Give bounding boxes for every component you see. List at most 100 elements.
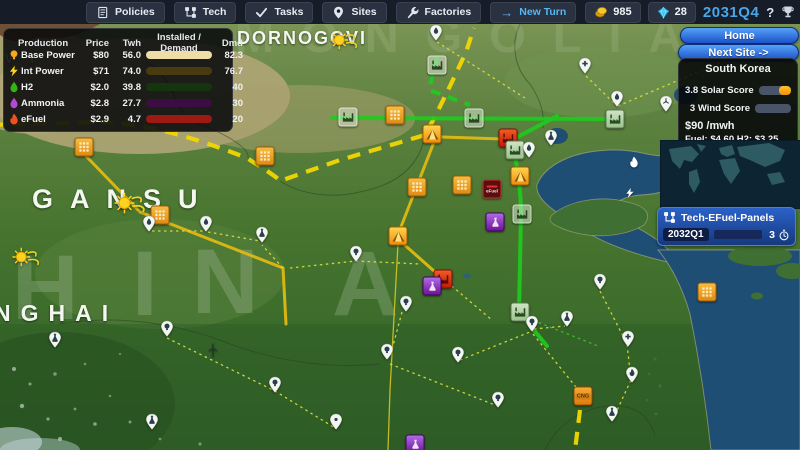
city-site-icon[interactable]: [74, 137, 94, 157]
pin-ammonia-icon[interactable]: [545, 129, 558, 146]
row-name: H2: [21, 81, 34, 93]
row-price: $2.0: [90, 81, 110, 93]
pin-ammonia-icon[interactable]: [49, 331, 62, 348]
installed-demand-bar: [146, 51, 212, 59]
row-twh: 56.0: [122, 49, 142, 61]
solar-farm-icon[interactable]: [510, 166, 530, 186]
efuel-band: [486, 185, 498, 187]
pin-hydrogen-icon[interactable]: [523, 141, 536, 158]
planned-factory-icon[interactable]: [338, 107, 358, 127]
tasks-label: Tasks: [274, 6, 304, 18]
pin-power-icon[interactable]: [381, 343, 394, 360]
pin-hydrogen-icon[interactable]: [200, 215, 213, 232]
research-progress-bar: [713, 230, 762, 239]
pin-add-site-icon[interactable]: [579, 57, 592, 74]
research-eta-date: 2032Q1: [663, 228, 709, 241]
ammonia-plant-icon[interactable]: [405, 434, 425, 450]
planned-factory-icon[interactable]: [427, 55, 447, 75]
solar-farm-icon[interactable]: [422, 124, 442, 144]
research-progress-panel[interactable]: Tech-EFuel-Panels 2032Q1 3: [657, 207, 796, 246]
pin-ammonia-icon[interactable]: [606, 405, 619, 422]
lightning-icon[interactable]: [625, 187, 636, 200]
col-production: Production: [18, 37, 69, 49]
home-button[interactable]: Home: [680, 27, 799, 44]
city-site-icon[interactable]: [452, 175, 472, 195]
game-date: 2031Q4: [702, 3, 760, 21]
row-name: Base Power: [21, 49, 75, 61]
wind-turbine-icon[interactable]: [207, 343, 220, 358]
row-price: $80: [93, 49, 109, 61]
solar-farm-icon[interactable]: [388, 226, 408, 246]
tasks-button[interactable]: Tasks: [245, 1, 314, 23]
row-dmd: 20: [232, 113, 243, 125]
pin-add-site-icon[interactable]: [622, 330, 635, 347]
pin-wind-icon[interactable]: [660, 95, 673, 112]
tech-label: Tech: [202, 6, 227, 18]
money-counter: 985: [585, 1, 641, 23]
col-dmd: Dmd: [221, 37, 243, 49]
row-dmd: 82.3: [224, 49, 244, 61]
research-progress-row: 2032Q1 3: [663, 228, 790, 241]
row-name: Ammonia: [21, 97, 65, 109]
research-name: Tech-EFuel-Panels: [681, 211, 775, 224]
ammonia-plant-icon[interactable]: [422, 276, 442, 296]
pin-gas-icon[interactable]: [626, 366, 639, 383]
city-site-icon[interactable]: [255, 146, 275, 166]
production-panel: Production Price Twh Installed / Demand …: [3, 28, 243, 132]
wind-score: 3 Wind Score: [689, 102, 750, 114]
production-row-efuel: eFuel $2.9 4.7 20: [8, 111, 243, 127]
cng-plant-icon[interactable]: CNG: [573, 386, 593, 406]
policies-label: Policies: [115, 6, 155, 18]
pin-hydrogen-icon[interactable]: [430, 24, 443, 41]
tech-tree-icon: [663, 211, 676, 224]
pin-power-icon[interactable]: [452, 346, 465, 363]
pin-hydrogen-icon[interactable]: [611, 90, 624, 107]
wind-score-bar: [755, 103, 791, 113]
top-bar: Policies Tech Tasks Sites Factories → Ne…: [0, 0, 800, 24]
row-dmd: 30: [232, 97, 243, 109]
tech-button[interactable]: Tech: [173, 1, 237, 23]
help-button[interactable]: ?: [766, 5, 774, 20]
pin-ammonia-icon[interactable]: [561, 310, 574, 327]
row-price: $71: [93, 65, 109, 77]
solar-score-fill: [778, 85, 791, 95]
factories-button[interactable]: Factories: [395, 1, 482, 23]
production-header-row: Production Price Twh Installed / Demand …: [8, 32, 243, 54]
pin-ammonia-icon[interactable]: [146, 413, 159, 430]
pin-power-icon[interactable]: [492, 391, 505, 408]
sites-button[interactable]: Sites: [322, 1, 387, 23]
planned-factory-icon[interactable]: [512, 204, 532, 224]
ammonia-plant-icon[interactable]: [485, 212, 505, 232]
pin-power-icon[interactable]: [269, 376, 282, 393]
solar-score-row: 3.8 Solar Score: [685, 83, 791, 97]
solar-score: 3.8 Solar Score: [685, 84, 754, 96]
map-pin-icon: [332, 6, 345, 19]
city-site-icon[interactable]: [385, 105, 405, 125]
row-twh: 27.7: [122, 97, 142, 109]
gas-flame-icon[interactable]: [628, 155, 640, 169]
pin-power-icon[interactable]: [594, 273, 607, 290]
policies-button[interactable]: Policies: [86, 1, 165, 23]
pin-power-icon[interactable]: [400, 295, 413, 312]
site-name: South Korea: [705, 63, 771, 75]
trophy-icon[interactable]: [781, 5, 795, 19]
money-value: 985: [613, 6, 632, 18]
planned-factory-icon[interactable]: [464, 108, 484, 128]
pin-ammonia-icon[interactable]: [256, 226, 269, 243]
installed-demand-bar: [146, 115, 212, 123]
lightning-icon: [8, 65, 20, 77]
pin-site-icon[interactable]: [330, 413, 343, 430]
sun-wind-icon: [114, 190, 148, 216]
pin-hydrogen-icon[interactable]: [143, 215, 156, 232]
efuel-plant-icon[interactable]: eFuel: [482, 179, 502, 199]
new-turn-button[interactable]: → New Turn: [490, 1, 577, 23]
flame-icon: [8, 113, 20, 125]
pin-power-icon[interactable]: [161, 320, 174, 337]
green-factory-icon[interactable]: [605, 109, 625, 129]
solar-score-bar: [758, 85, 791, 95]
pin-power-icon[interactable]: [526, 315, 539, 332]
city-site-icon[interactable]: [407, 177, 427, 197]
pin-power-icon[interactable]: [350, 245, 363, 262]
world-minimap-graphic: [661, 141, 799, 206]
world-minimap[interactable]: [660, 140, 800, 209]
